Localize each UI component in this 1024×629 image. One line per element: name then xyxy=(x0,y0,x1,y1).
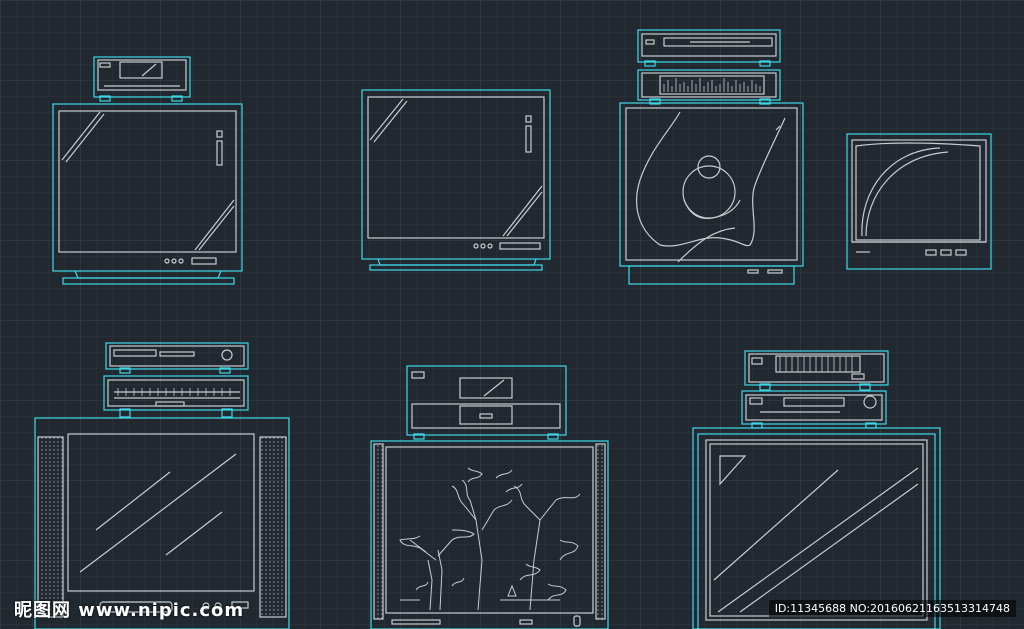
cad-drawing-canvas xyxy=(0,0,1024,629)
watermark-site-logo: 昵图网 www.nipic.com xyxy=(14,600,245,621)
watermark-id: ID:11345688 NO:20160621163513314748 xyxy=(768,600,1016,617)
grid-major xyxy=(0,0,1024,629)
